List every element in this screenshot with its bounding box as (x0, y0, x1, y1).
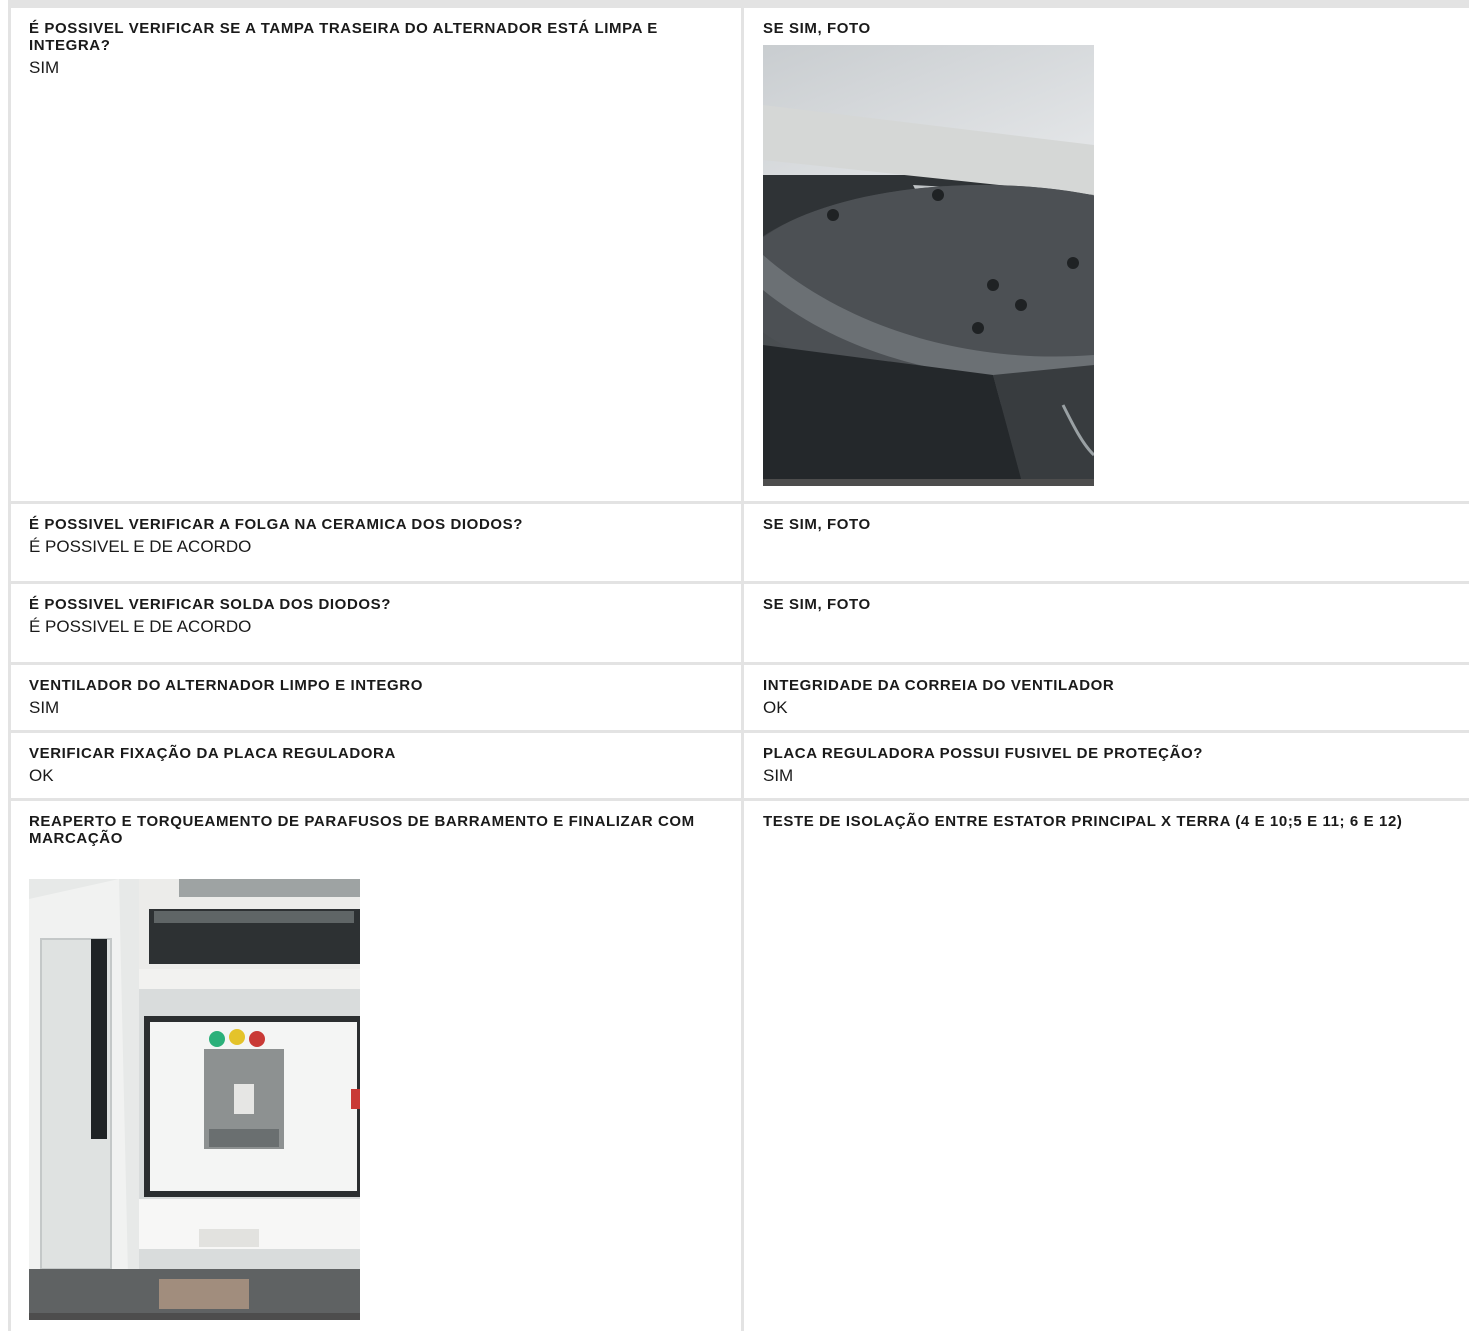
field-diode-ceramic-gap: É POSSIVEL VERIFICAR A FOLGA NA CERAMICA… (11, 504, 744, 581)
field-label: REAPERTO E TORQUEAMENTO DE PARAFUSOS DE … (29, 813, 695, 847)
table-row: VENTILADOR DO ALTERNADOR LIMPO E INTEGRO… (11, 665, 1469, 733)
field-value: OK (29, 766, 54, 785)
field-stator-insulation-test: TESTE DE ISOLAÇÃO ENTRE ESTATOR PRINCIPA… (744, 801, 1469, 1331)
photo-caption-strip (29, 1313, 360, 1320)
field-diode-solder-photo: SE SIM, FOTO (744, 584, 1469, 662)
field-value: SIM (29, 58, 60, 77)
field-label: VENTILADOR DO ALTERNADOR LIMPO E INTEGRO (29, 677, 423, 694)
field-label: É POSSIVEL VERIFICAR SOLDA DOS DIODOS? (29, 596, 392, 613)
field-label: SE SIM, FOTO (763, 596, 871, 613)
field-value: É POSSIVEL E DE ACORDO (29, 617, 252, 636)
field-value: OK (763, 698, 788, 717)
field-label: SE SIM, FOTO (763, 20, 871, 37)
alternator-rear-cover-photo[interactable] (763, 45, 1094, 486)
table-row: É POSSIVEL VERIFICAR SE A TAMPA TRASEIRA… (11, 8, 1469, 504)
table-row: VERIFICAR FIXAÇÃO DA PLACA REGULADORA OK… (11, 733, 1469, 801)
field-rear-cover: É POSSIVEL VERIFICAR SE A TAMPA TRASEIRA… (11, 8, 744, 501)
field-label: PLACA REGULADORA POSSUI FUSIVEL DE PROTE… (763, 745, 1204, 762)
field-rear-cover-photo: SE SIM, FOTO (744, 8, 1469, 501)
field-diode-ceramic-photo: SE SIM, FOTO (744, 504, 1469, 581)
field-label: É POSSIVEL VERIFICAR A FOLGA NA CERAMICA… (29, 516, 524, 533)
photo-image (763, 45, 1094, 486)
field-label: TESTE DE ISOLAÇÃO ENTRE ESTATOR PRINCIPA… (763, 813, 1403, 830)
field-value: É POSSIVEL E DE ACORDO (29, 537, 252, 556)
field-label: SE SIM, FOTO (763, 516, 871, 533)
field-label: INTEGRIDADE DA CORREIA DO VENTILADOR (763, 677, 1115, 694)
field-label: VERIFICAR FIXAÇÃO DA PLACA REGULADORA (29, 745, 396, 762)
field-fan-belt: INTEGRIDADE DA CORREIA DO VENTILADOR OK (744, 665, 1469, 730)
table-row: REAPERTO E TORQUEAMENTO DE PARAFUSOS DE … (11, 801, 1469, 1331)
field-busbar-torque: REAPERTO E TORQUEAMENTO DE PARAFUSOS DE … (11, 801, 744, 1331)
busbar-panel-photo[interactable] (29, 879, 360, 1320)
field-value: SIM (763, 766, 794, 785)
field-alternator-fan: VENTILADOR DO ALTERNADOR LIMPO E INTEGRO… (11, 665, 744, 730)
table-row: É POSSIVEL VERIFICAR SOLDA DOS DIODOS? É… (11, 584, 1469, 665)
inspection-report-table: É POSSIVEL VERIFICAR SE A TAMPA TRASEIRA… (8, 8, 1469, 1331)
top-rule (8, 0, 1469, 8)
field-value: SIM (29, 698, 60, 717)
photo-caption-strip (763, 479, 1094, 486)
field-label: É POSSIVEL VERIFICAR SE A TAMPA TRASEIRA… (29, 20, 658, 54)
photo-image (29, 879, 360, 1320)
field-regulator-fixing: VERIFICAR FIXAÇÃO DA PLACA REGULADORA OK (11, 733, 744, 798)
field-regulator-fuse: PLACA REGULADORA POSSUI FUSIVEL DE PROTE… (744, 733, 1469, 798)
field-diode-solder: É POSSIVEL VERIFICAR SOLDA DOS DIODOS? É… (11, 584, 744, 662)
table-row: É POSSIVEL VERIFICAR A FOLGA NA CERAMICA… (11, 504, 1469, 584)
